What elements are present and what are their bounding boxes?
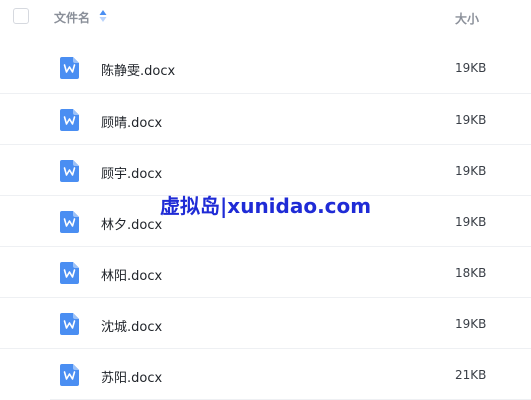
file-list: 陈静雯.docx 19KB 顾晴.docx 19KB 顾宇.docx 19KB <box>0 42 531 400</box>
file-name[interactable]: 陈静雯.docx <box>101 60 175 79</box>
word-doc-icon <box>60 57 79 79</box>
file-row[interactable]: 林阳.docx 18KB <box>0 246 531 298</box>
word-doc-icon <box>60 364 79 386</box>
file-name[interactable]: 沈城.docx <box>101 316 162 335</box>
file-size: 18KB <box>455 266 487 280</box>
sort-icon[interactable] <box>99 9 107 23</box>
file-name[interactable]: 顾晴.docx <box>101 112 162 131</box>
file-name[interactable]: 林夕.docx <box>101 214 162 233</box>
word-doc-icon <box>60 262 79 284</box>
word-doc-icon <box>60 109 79 131</box>
file-name[interactable]: 苏阳.docx <box>101 367 162 386</box>
file-name[interactable]: 林阳.docx <box>101 265 162 284</box>
column-header-name[interactable]: 文件名 <box>54 9 90 26</box>
file-size: 19KB <box>455 215 487 229</box>
word-doc-icon <box>60 211 79 233</box>
file-row[interactable]: 顾宇.docx 19KB <box>0 144 531 196</box>
file-row[interactable]: 顾晴.docx 19KB <box>0 93 531 145</box>
file-list-header: 文件名 大小 <box>0 0 531 36</box>
file-row[interactable]: 沈城.docx 19KB <box>0 297 531 349</box>
file-name[interactable]: 顾宇.docx <box>101 163 162 182</box>
word-doc-icon <box>60 313 79 335</box>
column-header-size[interactable]: 大小 <box>455 10 479 27</box>
file-size: 19KB <box>455 113 487 127</box>
word-doc-icon <box>60 160 79 182</box>
file-size: 19KB <box>455 61 487 75</box>
file-row[interactable]: 陈静雯.docx 19KB <box>0 42 531 94</box>
file-size: 21KB <box>455 368 487 382</box>
file-list-page: 文件名 大小 陈静雯.docx 19KB 顾晴.docx 19KB 顾宇.doc… <box>0 0 531 400</box>
file-size: 19KB <box>455 164 487 178</box>
file-row[interactable]: 苏阳.docx 21KB <box>0 348 531 400</box>
select-all-checkbox[interactable] <box>13 8 29 24</box>
file-size: 19KB <box>455 317 487 331</box>
watermark-text: 虚拟岛|xunidao.com <box>160 194 372 218</box>
